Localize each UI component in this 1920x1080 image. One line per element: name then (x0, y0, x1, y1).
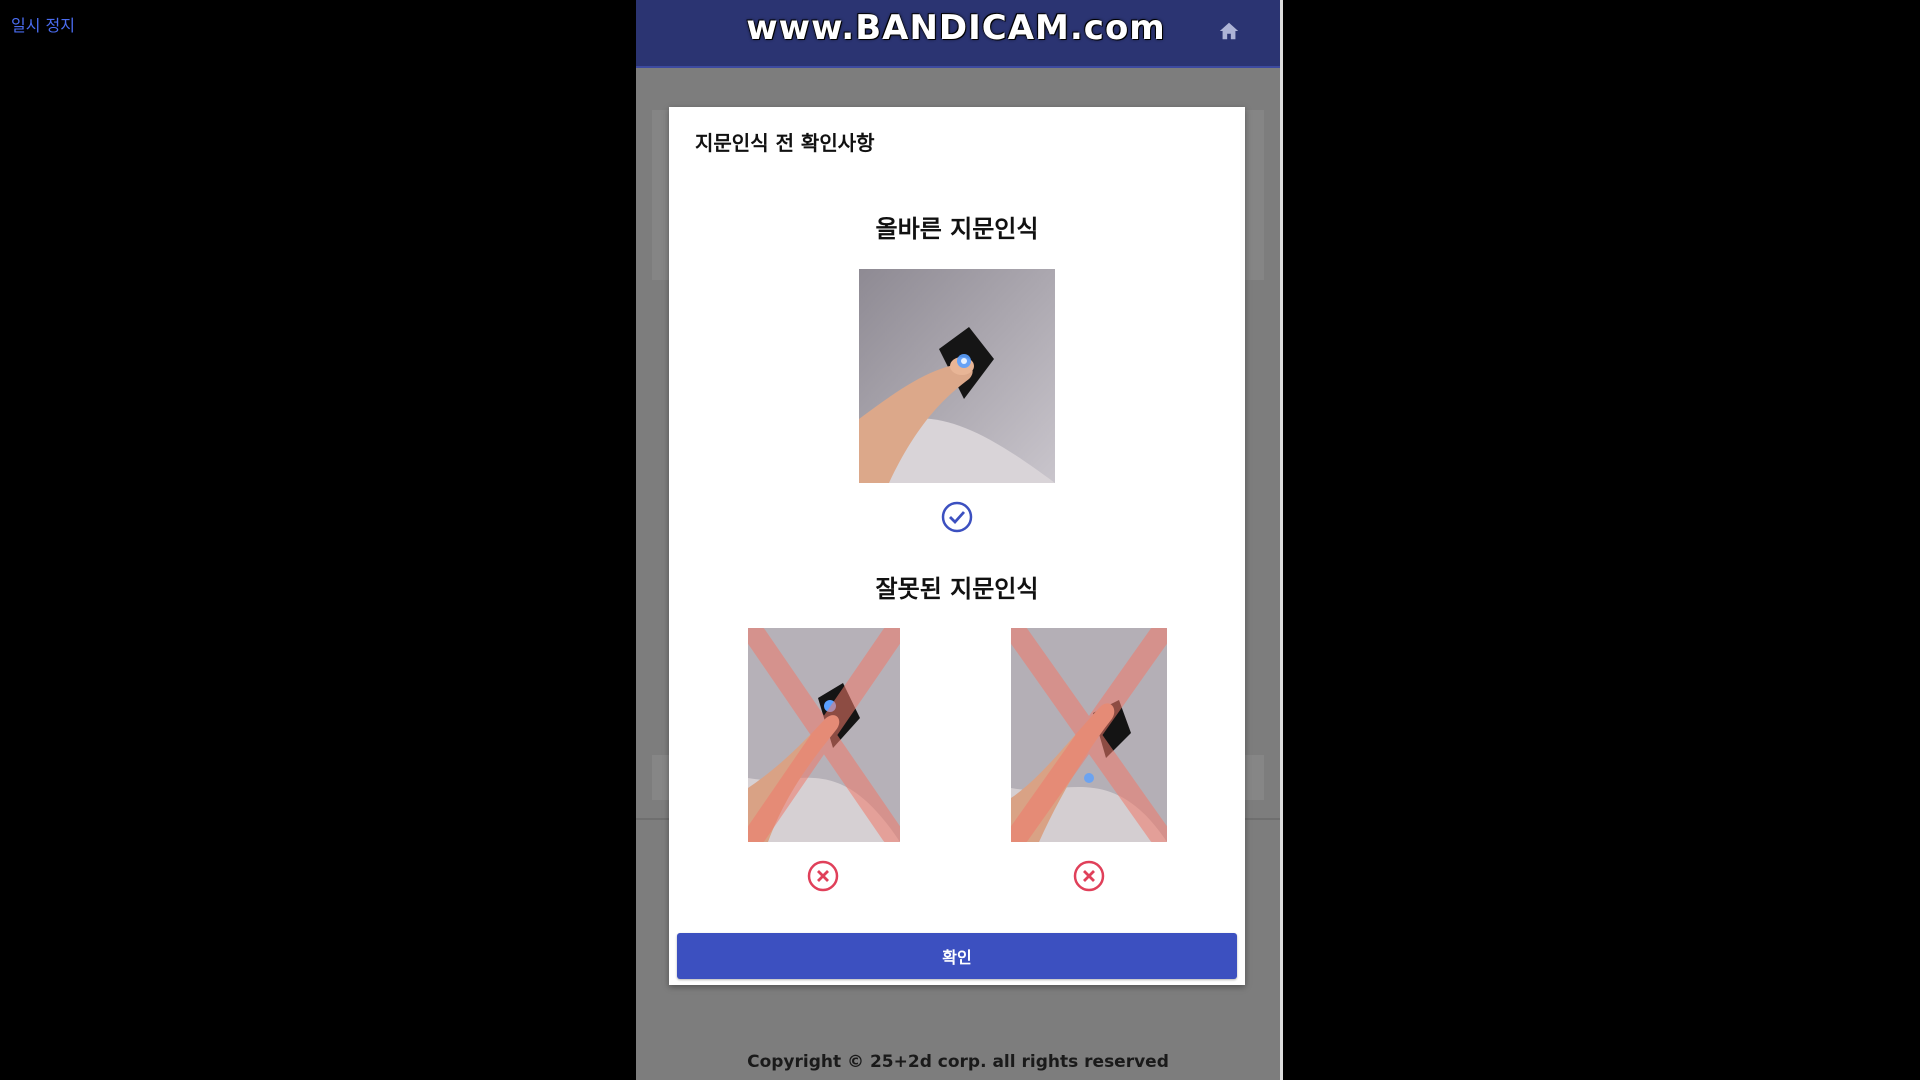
top-bar: www.BANDICAM.com (636, 0, 1280, 68)
brand-watermark: www.BANDICAM.com (746, 8, 1166, 48)
home-icon[interactable] (1218, 20, 1240, 42)
x-circle-icon (807, 860, 839, 892)
check-circle-icon (941, 501, 973, 533)
dialog-title: 지문인식 전 확인사항 (695, 131, 875, 155)
wrong-fingerprint-photo-1 (748, 628, 900, 842)
correct-section-title: 올바른 지문인식 (875, 215, 1039, 243)
wrong-section-title: 잘못된 지문인식 (875, 575, 1039, 603)
confirm-button[interactable]: 확인 (677, 933, 1237, 979)
fingerprint-guide-dialog: 지문인식 전 확인사항 올바른 지문인식 잘못된 지문인식 확인 (669, 107, 1245, 985)
wrong-fingerprint-photo-2 (1011, 628, 1167, 842)
x-circle-icon (1073, 860, 1105, 892)
frame-edge (1280, 0, 1283, 1080)
correct-fingerprint-photo (859, 269, 1055, 483)
copyright-footer: Copyright © 25+2d corp. all rights reser… (747, 1052, 1169, 1072)
pause-label[interactable]: 일시 정지 (11, 12, 75, 36)
